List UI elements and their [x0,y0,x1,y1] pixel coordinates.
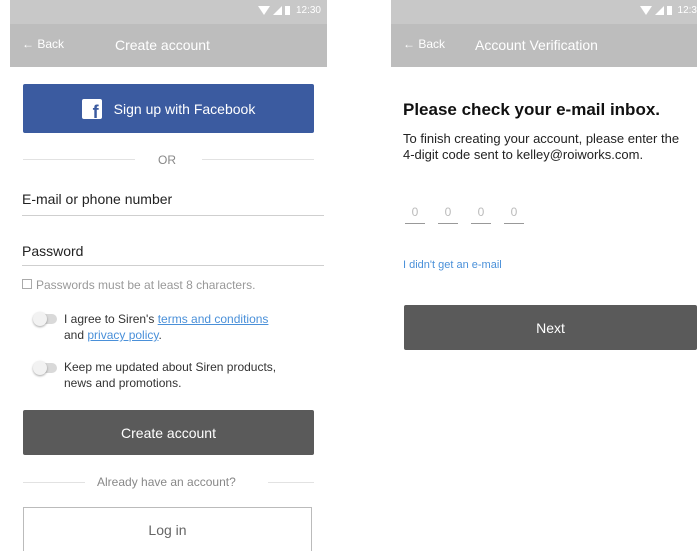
terms-consent-text: I agree to Siren's terms and conditions … [64,312,269,342]
status-bar: 12:30 [10,0,327,24]
back-button[interactable]: ← Back [403,37,445,51]
facebook-signup-button[interactable]: f Sign up with Facebook [23,84,314,133]
toggle-knob [33,361,47,375]
divider-line [23,159,135,160]
status-icons: 12:3 [639,5,697,16]
create-account-screen: 12:30 ← Back Create account f Sign up wi… [10,0,327,551]
inbox-heading: Please check your e-mail inbox. [403,100,661,119]
privacy-link[interactable]: privacy policy [87,328,158,342]
status-time: 12:3 [677,5,697,16]
next-button[interactable]: Next [404,305,697,350]
back-button[interactable]: ← Back [22,37,64,51]
signal-icon [272,6,282,15]
status-icons: 12:30 [257,5,321,16]
verification-instructions: To finish creating your account, please … [403,131,680,162]
account-verification-screen: 12:3 ← Back Account Verification Please … [391,0,697,551]
password-field[interactable]: Password [22,243,324,259]
app-bar: ← Back Account Verification [391,24,697,67]
code-digit-1[interactable]: 0 [405,205,425,219]
login-button[interactable]: Log in [23,507,312,551]
app-bar: ← Back Create account [10,24,327,67]
code-underline [504,223,524,224]
terms-link[interactable]: terms and conditions [158,312,269,326]
divider-line [268,482,314,483]
divider-line [202,159,314,160]
toggle-knob [33,312,47,326]
code-underline [471,223,491,224]
updates-toggle[interactable] [33,361,57,375]
page-title: Account Verification [475,37,598,53]
updates-consent-text: Keep me updated about Siren products, ne… [64,360,277,390]
no-email-link[interactable]: I didn't get an e-mail [403,259,502,271]
email-underline [22,215,324,216]
status-bar: 12:3 [391,0,697,24]
or-label: OR [158,153,176,167]
already-have-account-text: Already have an account? [97,475,236,489]
facebook-button-label: Sign up with Facebook [113,100,256,117]
password-hint: Passwords must be at least 8 characters. [22,278,255,292]
code-digit-4[interactable]: 0 [504,205,524,219]
code-underline [405,223,425,224]
battery-icon [666,6,672,15]
page-title: Create account [115,37,210,53]
wifi-icon [257,6,270,15]
code-digit-2[interactable]: 0 [438,205,458,219]
create-account-button[interactable]: Create account [23,410,314,455]
battery-icon [284,6,290,15]
checkbox-icon [22,279,32,289]
wifi-icon [639,6,652,15]
divider-line [23,482,85,483]
password-underline [22,265,324,266]
terms-toggle[interactable] [33,312,57,326]
code-digit-3[interactable]: 0 [471,205,491,219]
email-field[interactable]: E-mail or phone number [22,191,324,207]
signal-icon [654,6,664,15]
status-time: 12:30 [295,5,321,16]
facebook-icon: f [81,98,102,119]
code-underline [438,223,458,224]
